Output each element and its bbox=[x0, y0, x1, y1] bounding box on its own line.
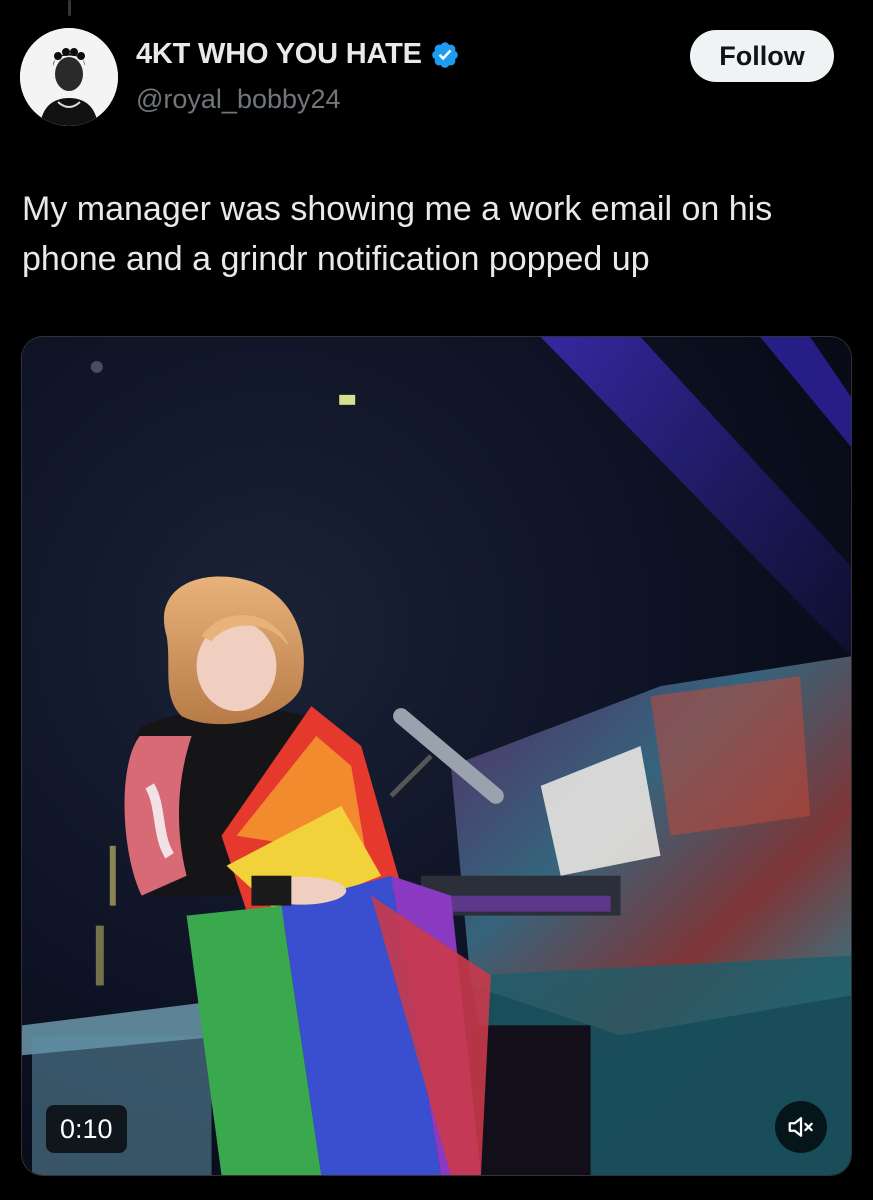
tweet-text: My manager was showing me a work email o… bbox=[22, 190, 773, 278]
volume-muted-icon bbox=[788, 1117, 813, 1137]
author-display-name[interactable]: 4KT WHO YOU HATE bbox=[136, 38, 422, 71]
video-frame-image bbox=[22, 337, 851, 1175]
verified-badge-icon bbox=[431, 41, 458, 68]
thread-connector-line bbox=[68, 0, 71, 16]
avatar-icon bbox=[20, 28, 118, 126]
follow-button[interactable]: Follow bbox=[690, 30, 834, 82]
mute-toggle-button[interactable] bbox=[775, 1101, 827, 1153]
video-duration: 0:10 bbox=[46, 1105, 127, 1153]
author-name-row[interactable]: 4KT WHO YOU HATE bbox=[136, 38, 460, 71]
author-avatar[interactable] bbox=[20, 28, 118, 126]
video-player[interactable]: 0:10 bbox=[21, 336, 852, 1176]
author-handle[interactable]: @royal_bobby24 bbox=[136, 84, 341, 115]
